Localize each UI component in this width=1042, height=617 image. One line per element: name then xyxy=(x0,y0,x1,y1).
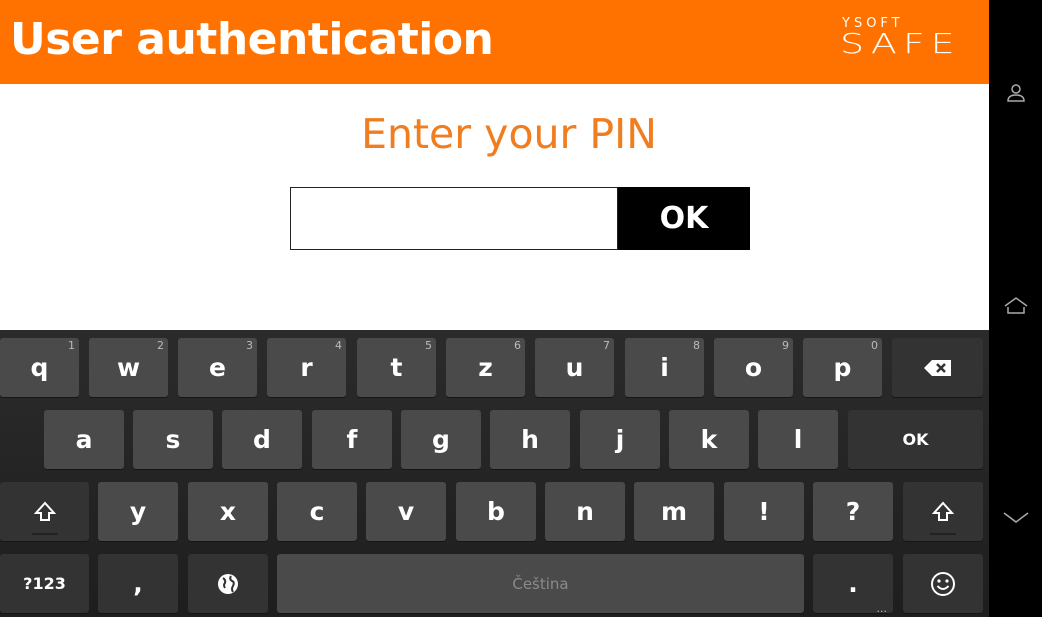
key-s[interactable]: s xyxy=(133,410,213,469)
key-k[interactable]: k xyxy=(669,410,749,469)
key-l[interactable]: l xyxy=(758,410,838,469)
key-c[interactable]: c xyxy=(277,482,357,541)
ok-button[interactable]: OK xyxy=(618,187,750,250)
shift-icon xyxy=(33,501,56,521)
soft-keyboard: q1 w2 e3 r4 t5 z6 u7 i8 o9 p0 a s d f g … xyxy=(0,330,989,617)
symbols-key[interactable]: ?123 xyxy=(0,554,89,613)
space-bar[interactable]: Čeština xyxy=(277,554,804,613)
key-n[interactable]: n xyxy=(545,482,625,541)
key-p[interactable]: p0 xyxy=(803,338,882,397)
key-y[interactable]: y xyxy=(98,482,178,541)
ysoft-safe-logo: YSOFT SAFE xyxy=(842,14,989,64)
globe-icon xyxy=(218,573,238,594)
key-j[interactable]: j xyxy=(580,410,660,469)
pin-input[interactable] xyxy=(290,187,618,250)
key-t[interactable]: t5 xyxy=(357,338,436,397)
key-r[interactable]: r4 xyxy=(267,338,346,397)
home-button[interactable] xyxy=(989,296,1042,316)
language-key[interactable] xyxy=(188,554,268,613)
chevron-down-icon xyxy=(1003,512,1028,523)
key-w[interactable]: w2 xyxy=(89,338,168,397)
key-u[interactable]: u7 xyxy=(535,338,614,397)
keyboard-ok-key[interactable]: OK xyxy=(848,410,983,469)
key-exclamation[interactable]: ! xyxy=(724,482,804,541)
user-button[interactable] xyxy=(989,82,1042,104)
shift-indicator xyxy=(31,533,58,535)
logo-main-text: SAFE xyxy=(842,28,961,60)
key-g[interactable]: g xyxy=(401,410,481,469)
key-q[interactable]: q1 xyxy=(0,338,79,397)
user-icon xyxy=(1006,84,1025,102)
header-bar: User authentication YSOFT SAFE xyxy=(0,0,989,84)
backspace-key[interactable] xyxy=(892,338,983,397)
key-z[interactable]: z6 xyxy=(446,338,525,397)
key-h[interactable]: h xyxy=(490,410,570,469)
comma-key[interactable]: , xyxy=(98,554,178,613)
key-m[interactable]: m xyxy=(634,482,714,541)
key-i[interactable]: i8 xyxy=(625,338,704,397)
shift-right-key[interactable] xyxy=(903,482,983,541)
smiley-icon xyxy=(931,571,955,596)
key-x[interactable]: x xyxy=(188,482,268,541)
period-key[interactable]: . ... xyxy=(813,554,893,615)
page-title: User authentication xyxy=(10,14,494,65)
key-v[interactable]: v xyxy=(366,482,446,541)
system-navigation-bar xyxy=(989,0,1042,617)
key-e[interactable]: e3 xyxy=(178,338,257,397)
hide-keyboard-button[interactable] xyxy=(989,510,1042,526)
home-icon xyxy=(1004,297,1027,314)
key-f[interactable]: f xyxy=(312,410,392,469)
pin-prompt: Enter your PIN xyxy=(361,110,657,158)
shift-indicator xyxy=(930,533,956,535)
key-question[interactable]: ? xyxy=(813,482,893,541)
app-screen: User authentication YSOFT SAFE Enter you… xyxy=(0,0,989,330)
key-a[interactable]: a xyxy=(44,410,124,469)
key-b[interactable]: b xyxy=(456,482,536,541)
key-o[interactable]: o9 xyxy=(714,338,793,397)
backspace-icon xyxy=(923,359,951,376)
key-d[interactable]: d xyxy=(222,410,302,469)
shift-left-key[interactable] xyxy=(0,482,89,541)
emoji-key[interactable] xyxy=(903,554,983,613)
shift-icon xyxy=(932,501,954,521)
